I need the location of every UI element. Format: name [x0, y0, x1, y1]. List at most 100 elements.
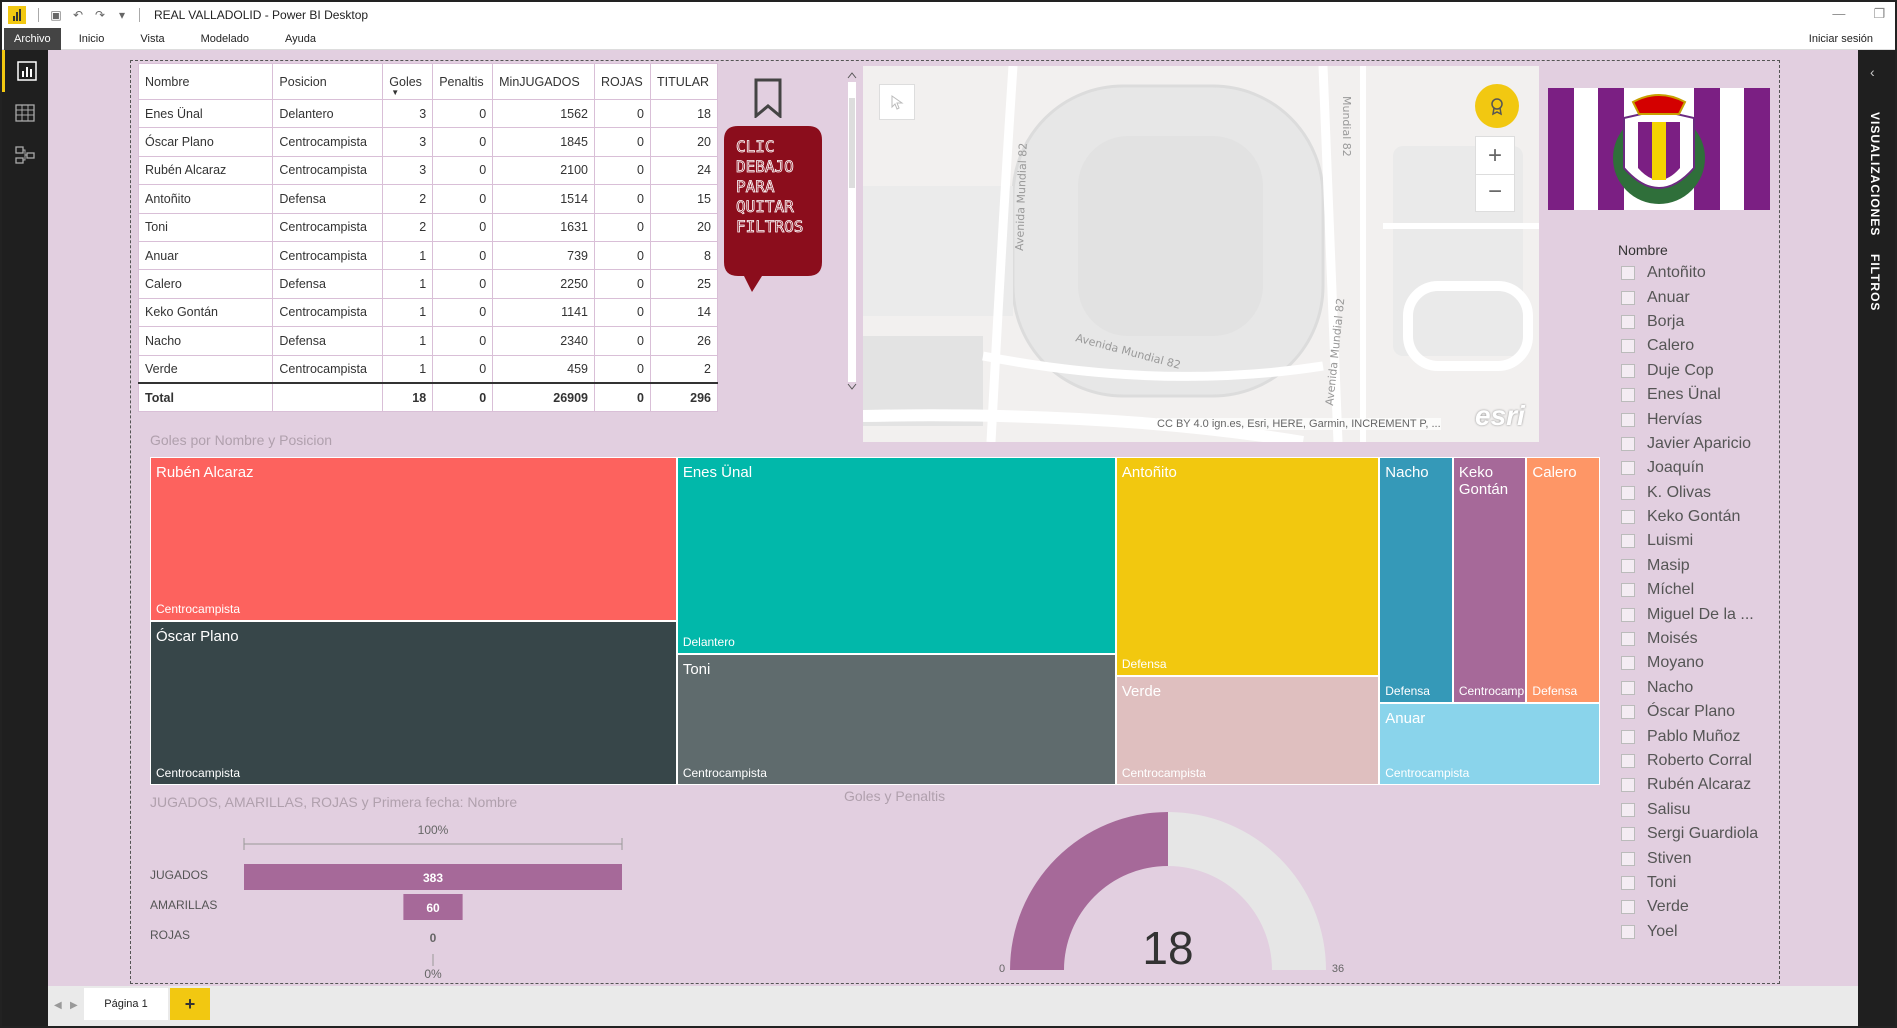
slicer-checkbox[interactable]: [1621, 924, 1635, 939]
treemap-tile[interactable]: Óscar Plano Centrocampista: [150, 621, 677, 785]
slicer-item[interactable]: Antoñito: [1618, 261, 1808, 285]
slicer-item[interactable]: Moyano: [1618, 651, 1808, 675]
menu-vista[interactable]: Vista: [122, 28, 182, 50]
column-header-titular[interactable]: TITULAR: [649, 63, 719, 100]
slicer-checkbox[interactable]: [1621, 314, 1635, 329]
page-prev-icon[interactable]: ◀: [54, 1000, 62, 1011]
slicer-checkbox[interactable]: [1621, 388, 1635, 403]
sign-in-link[interactable]: Iniciar sesión: [1809, 28, 1873, 50]
slicer-checkbox[interactable]: [1621, 632, 1635, 647]
players-table[interactable]: Nombre Posicion Goles ▼ Penaltis MinJUGAD…: [137, 63, 719, 413]
map-locate-button[interactable]: [1475, 84, 1519, 128]
slicer-checkbox[interactable]: [1621, 461, 1635, 476]
slicer-item[interactable]: Enes Ünal: [1618, 383, 1808, 407]
slicer-item[interactable]: Óscar Plano: [1618, 700, 1808, 724]
slicer-checkbox[interactable]: [1621, 729, 1635, 744]
filters-pane-toggle[interactable]: FILTROS: [1868, 254, 1882, 311]
save-icon[interactable]: ▣: [49, 8, 63, 22]
column-header-penaltis[interactable]: Penaltis: [432, 63, 494, 100]
map-select-tool[interactable]: [879, 84, 915, 120]
slicer-checkbox[interactable]: [1621, 266, 1635, 281]
slicer-checkbox[interactable]: [1621, 656, 1635, 671]
table-row[interactable]: Anuar Centrocampista 1 0 739 0 8: [137, 240, 719, 271]
slicer-item[interactable]: Borja: [1618, 310, 1808, 334]
slicer-item[interactable]: Yoel: [1618, 920, 1808, 944]
slicer-item[interactable]: Masip: [1618, 554, 1808, 578]
slicer-item[interactable]: Hervías: [1618, 407, 1808, 431]
menu-modelado[interactable]: Modelado: [183, 28, 267, 50]
clear-filters-button[interactable]: CLICDEBAJOPARAQUITARFILTROS: [722, 124, 824, 296]
slicer-checkbox[interactable]: [1621, 875, 1635, 890]
scroll-down-icon[interactable]: [847, 383, 857, 390]
restore-icon[interactable]: ❐: [1873, 6, 1885, 22]
slicer-item[interactable]: Joaquín: [1618, 456, 1808, 480]
slicer-item[interactable]: Salisu: [1618, 798, 1808, 822]
menu-inicio[interactable]: Inicio: [61, 28, 123, 50]
minimize-icon[interactable]: —: [1832, 6, 1845, 22]
slicer-checkbox[interactable]: [1621, 363, 1635, 378]
slicer-checkbox[interactable]: [1621, 339, 1635, 354]
slicer-item[interactable]: Anuar: [1618, 285, 1808, 309]
treemap-tile[interactable]: Keko Gontán Centrocampista: [1452, 457, 1527, 703]
slicer-item[interactable]: Sergi Guardiola: [1618, 822, 1808, 846]
treemap-tile[interactable]: Rubén Alcaraz Centrocampista: [150, 457, 677, 621]
slicer-checkbox[interactable]: [1621, 680, 1635, 695]
chevron-left-icon[interactable]: ‹: [1870, 64, 1875, 80]
table-total-row[interactable]: Total 18 0 26909 0 296: [137, 382, 719, 413]
slicer-item[interactable]: Duje Cop: [1618, 359, 1808, 383]
page-tab-1[interactable]: Página 1: [84, 988, 168, 1020]
treemap-tile[interactable]: Calero Defensa: [1526, 457, 1600, 703]
slicer-checkbox[interactable]: [1621, 558, 1635, 573]
table-row[interactable]: Verde Centrocampista 1 0 459 0 2: [137, 354, 719, 384]
slicer-item[interactable]: Javier Aparicio: [1618, 432, 1808, 456]
slicer-checkbox[interactable]: [1621, 436, 1635, 451]
table-row[interactable]: Rubén Alcaraz Centrocampista 3 0 2100 0 24: [137, 155, 719, 186]
table-row[interactable]: Calero Defensa 1 0 2250 0 25: [137, 269, 719, 299]
slicer-item[interactable]: Stiven: [1618, 846, 1808, 870]
slicer-item[interactable]: Pablo Muñoz: [1618, 724, 1808, 748]
slicer-item[interactable]: Verde: [1618, 895, 1808, 919]
slicer-item[interactable]: K. Olivas: [1618, 481, 1808, 505]
table-row[interactable]: Enes Ünal Delantero 3 0 1562 0 18: [137, 98, 719, 129]
customize-toolbar-icon[interactable]: ▾: [115, 8, 129, 22]
slicer-checkbox[interactable]: [1621, 827, 1635, 842]
table-row[interactable]: Nacho Defensa 1 0 2340 0 26: [137, 326, 719, 356]
table-row[interactable]: Óscar Plano Centrocampista 3 0 1845 0 20: [137, 127, 719, 157]
slicer-checkbox[interactable]: [1621, 485, 1635, 500]
slicer-item[interactable]: Keko Gontán: [1618, 505, 1808, 529]
add-page-button[interactable]: +: [170, 988, 210, 1020]
visualizations-pane-toggle[interactable]: VISUALIZACIONES: [1868, 112, 1882, 236]
treemap-tile[interactable]: Anuar Centrocampista: [1379, 703, 1600, 785]
table-row[interactable]: Antoñito Defensa 2 0 1514 0 15: [137, 184, 719, 214]
column-header-rojas[interactable]: ROJAS: [594, 63, 651, 100]
data-view-button[interactable]: [2, 92, 48, 134]
zoom-out-icon[interactable]: −: [1476, 175, 1514, 211]
column-header-nombre[interactable]: Nombre: [137, 63, 274, 100]
menu-archivo[interactable]: Archivo: [4, 27, 61, 50]
report-view-button[interactable]: [2, 50, 48, 92]
bookmark-icon[interactable]: [754, 78, 782, 118]
scroll-up-icon[interactable]: [847, 72, 857, 79]
column-header-posicion[interactable]: Posicion: [272, 63, 384, 100]
slicer-checkbox[interactable]: [1621, 900, 1635, 915]
slicer-checkbox[interactable]: [1621, 412, 1635, 427]
table-row[interactable]: Toni Centrocampista 2 0 1631 0 20: [137, 212, 719, 242]
slicer-checkbox[interactable]: [1621, 290, 1635, 305]
slicer-item[interactable]: Luismi: [1618, 529, 1808, 553]
slicer-item[interactable]: Toni: [1618, 871, 1808, 895]
treemap-tile[interactable]: Toni Centrocampista: [676, 653, 1116, 785]
zoom-in-icon[interactable]: +: [1476, 137, 1514, 175]
slicer-item[interactable]: Moisés: [1618, 627, 1808, 651]
stadium-map[interactable]: Avenida Mundial 82 Avenida Mundial 82 Av…: [863, 66, 1539, 442]
slicer-item[interactable]: Roberto Corral: [1618, 749, 1808, 773]
menu-ayuda[interactable]: Ayuda: [267, 28, 334, 50]
treemap-tile[interactable]: Enes Ünal Delantero: [676, 457, 1116, 654]
slicer-item[interactable]: Míchel: [1618, 578, 1808, 602]
slicer-checkbox[interactable]: [1621, 534, 1635, 549]
slicer-checkbox[interactable]: [1621, 778, 1635, 793]
slicer-checkbox[interactable]: [1621, 802, 1635, 817]
column-header-goles[interactable]: Goles ▼: [382, 63, 434, 100]
slicer-checkbox[interactable]: [1621, 754, 1635, 768]
slicer-checkbox[interactable]: [1621, 583, 1635, 598]
table-scrollbar[interactable]: [845, 68, 859, 398]
